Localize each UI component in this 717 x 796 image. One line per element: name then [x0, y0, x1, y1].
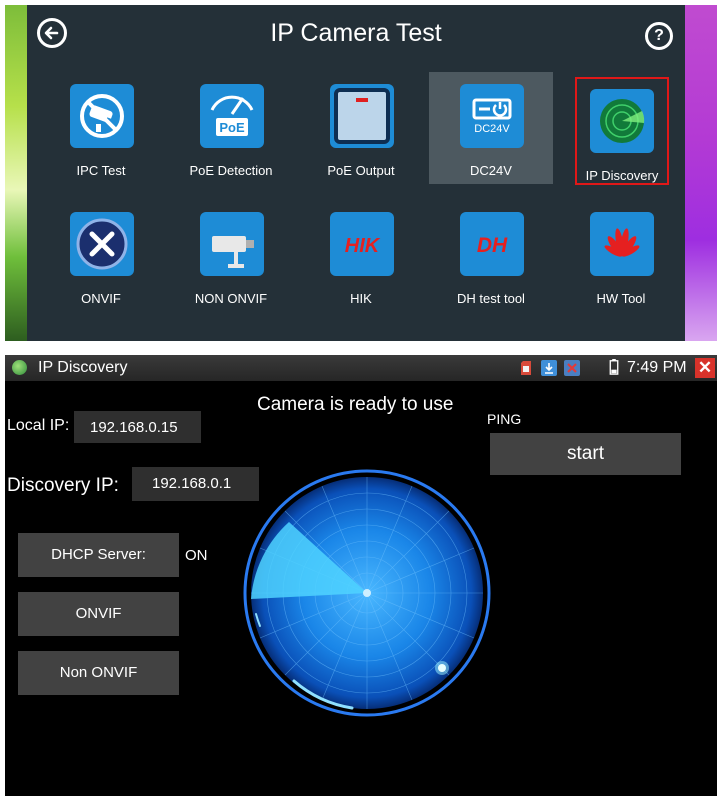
status-message: Camera is ready to use	[257, 394, 454, 415]
dc24v-icon: DC24V	[460, 84, 524, 148]
launcher-panel: IP Camera Test ? IPC Test PoE PoE Detect…	[27, 5, 685, 341]
discovery-ip-field[interactable]: 192.168.0.1	[132, 467, 259, 501]
huawei-logo-icon	[590, 212, 654, 276]
battery-icon	[609, 359, 619, 375]
tile-label: DH test tool	[457, 291, 525, 306]
radar-center	[363, 589, 371, 597]
onvif-tools-icon	[70, 212, 134, 276]
radar-display	[243, 469, 491, 717]
tile-label: HW Tool	[596, 291, 646, 306]
page-title: IP Camera Test	[270, 19, 442, 47]
tile-onvif[interactable]: ONVIF	[39, 200, 163, 312]
dhcp-server-button[interactable]: DHCP Server:	[18, 533, 179, 577]
sd-card-icon	[521, 361, 531, 375]
hik-logo-icon: HIK	[330, 212, 394, 276]
tile-label: HIK	[350, 291, 372, 306]
tile-label: NON ONVIF	[194, 291, 268, 306]
no-signal-icon	[564, 360, 580, 376]
wallpaper-edge-right	[683, 5, 717, 341]
local-ip-label: Local IP:	[7, 417, 70, 434]
start-button[interactable]: start	[490, 433, 681, 475]
dh-logo-icon: DH	[460, 212, 524, 276]
tile-label: IP Discovery	[585, 168, 659, 183]
status-bar: IP Discovery 7:49 PM ✕	[5, 355, 717, 381]
tile-poe-detection[interactable]: PoE PoE Detection	[169, 72, 293, 184]
app-title: IP Discovery	[38, 359, 128, 376]
ip-discovery-screen: IP Discovery 7:49 PM ✕ Camera is ready t…	[5, 355, 717, 796]
svg-text:DC24V: DC24V	[474, 123, 510, 135]
cctv-camera-icon	[200, 212, 264, 276]
tile-label: IPC Test	[76, 163, 126, 178]
close-icon[interactable]: ✕	[695, 358, 715, 378]
radar-target-blip	[438, 664, 446, 672]
tile-ipc-test[interactable]: IPC Test	[39, 72, 163, 184]
local-ip-field[interactable]: 192.168.0.15	[74, 411, 201, 443]
discovery-ip-label: Discovery IP:	[7, 475, 119, 496]
tile-label: DC24V	[470, 163, 512, 178]
ping-label: PING	[487, 411, 522, 427]
download-icon	[541, 360, 557, 376]
tile-hik[interactable]: HIK HIK	[299, 200, 423, 312]
svg-text:DH: DH	[477, 234, 508, 257]
tile-non-onvif[interactable]: NON ONVIF	[169, 200, 293, 312]
tile-ip-discovery[interactable]: IP Discovery	[575, 77, 669, 185]
launcher-screen: IP Camera Test ? IPC Test PoE PoE Detect…	[5, 5, 717, 341]
dhcp-state: ON	[185, 547, 208, 564]
tile-dc24v[interactable]: DC24V DC24V	[429, 72, 553, 184]
app-radar-icon	[12, 360, 27, 375]
wallpaper-edge-left	[5, 5, 29, 341]
tile-hw-tool[interactable]: HW Tool	[559, 200, 683, 312]
radar-icon	[590, 89, 654, 153]
poe-output-icon	[330, 84, 394, 148]
tile-label: PoE Output	[327, 163, 395, 178]
ipc-camera-icon	[70, 84, 134, 148]
question-icon[interactable]: ?	[645, 22, 673, 50]
clock: 7:49 PM	[627, 359, 687, 376]
non-onvif-button[interactable]: Non ONVIF	[18, 651, 179, 695]
svg-text:HIK: HIK	[345, 235, 381, 257]
poe-meter-icon: PoE	[200, 84, 264, 148]
tile-poe-output[interactable]: PoE Output	[299, 72, 423, 184]
onvif-button[interactable]: ONVIF	[18, 592, 179, 636]
tile-label: ONVIF	[81, 291, 121, 306]
tile-dh-test-tool[interactable]: DH DH test tool	[429, 200, 553, 312]
svg-text:PoE: PoE	[219, 120, 245, 135]
tile-label: PoE Detection	[189, 163, 273, 178]
